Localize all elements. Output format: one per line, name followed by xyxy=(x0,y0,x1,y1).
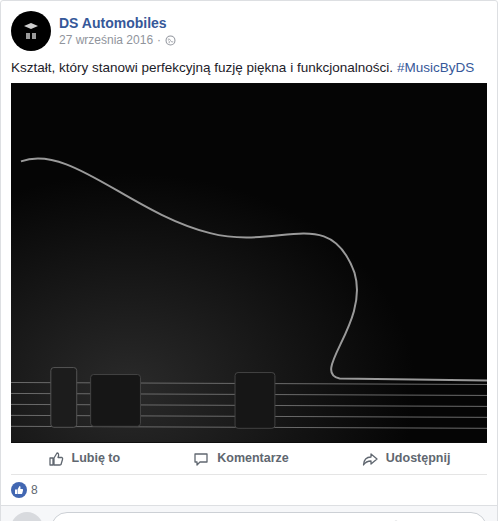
post-caption: Kształt, który stanowi perfekcyjną fuzję… xyxy=(1,51,497,83)
post-date[interactable]: 27 września 2016 xyxy=(59,32,153,48)
action-label[interactable]: Lubię to xyxy=(72,449,121,468)
guitar-photo-icon xyxy=(11,83,487,443)
comment-icon xyxy=(193,451,209,467)
share-button[interactable]: Udostępnij xyxy=(325,443,487,474)
post-actions: Lubię to Komentarze Udostępnij xyxy=(11,443,487,475)
share-icon xyxy=(362,451,378,467)
like-button[interactable]: Lubię to xyxy=(11,443,157,474)
ds-logo-icon[interactable] xyxy=(11,11,51,51)
globe-icon xyxy=(165,35,176,46)
sticker-icon xyxy=(460,520,476,521)
reactions-row[interactable]: 8 xyxy=(1,475,497,505)
post-card: DS Automobiles27 września 2016· Kształt, … xyxy=(0,0,498,521)
action-label[interactable]: Komentarze xyxy=(217,449,289,468)
comment-area xyxy=(1,505,497,521)
reaction-count[interactable]: 8 xyxy=(31,481,38,499)
gif-icon xyxy=(436,520,452,521)
comment-input[interactable] xyxy=(51,512,487,521)
emoji-icon xyxy=(388,520,404,521)
like-icon xyxy=(48,451,64,467)
post-header-text: DS Automobiles27 września 2016· xyxy=(59,14,176,48)
hashtag-link[interactable]: #MusicByDS xyxy=(397,60,474,75)
post-meta: 27 września 2016· xyxy=(59,32,176,48)
post-header: DS Automobiles27 września 2016· xyxy=(1,1,497,51)
like-reaction-icon xyxy=(11,482,27,498)
meta-separator: · xyxy=(157,32,161,48)
user-avatar xyxy=(11,512,43,521)
page-name[interactable]: DS Automobiles xyxy=(59,14,176,32)
camera-icon xyxy=(412,520,428,521)
post-photo[interactable] xyxy=(11,83,487,443)
post-text: Kształt, który stanowi perfekcyjną fuzję… xyxy=(11,60,393,75)
action-label[interactable]: Udostępnij xyxy=(386,449,451,468)
comment-button[interactable]: Komentarze xyxy=(157,443,326,474)
